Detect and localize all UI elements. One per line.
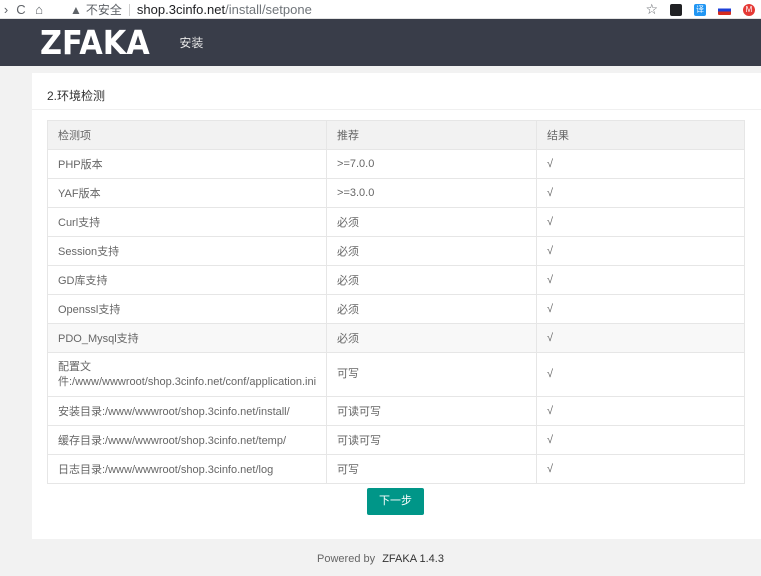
cell-recommend: >=7.0.0 — [326, 149, 538, 179]
table-row: Openssl支持 必须 √ — [46, 294, 745, 324]
table-row: PDO_Mysql支持 必须 √ — [46, 323, 745, 353]
table-row: PHP版本 >=7.0.0 √ — [46, 149, 745, 179]
table-header-row: 检测项 推荐 结果 — [46, 120, 745, 150]
cell-recommend: 必须 — [326, 294, 538, 324]
cell-item: Openssl支持 — [46, 294, 328, 324]
cell-result: √ — [536, 323, 745, 353]
cell-recommend: 必须 — [326, 236, 538, 266]
url-host: shop.3cinfo.net — [136, 2, 226, 17]
warning-icon[interactable]: ▲ — [70, 3, 82, 17]
address-separator — [128, 3, 130, 16]
table-row: 日志目录:/www/wwwroot/shop.3cinfo.net/log 可写… — [46, 454, 745, 484]
table-row: GD库支持 必须 √ — [46, 265, 745, 295]
cell-item: 日志目录:/www/wwwroot/shop.3cinfo.net/log — [46, 454, 328, 484]
address-bar[interactable]: ▲ 不安全 shop.3cinfo.net/install/setpone — [62, 0, 662, 19]
install-panel: 2.环境检测 检测项 推荐 结果 PHP版本 >=7.0.0 √ YAF版本 >… — [32, 73, 761, 539]
cell-result: √ — [536, 207, 745, 237]
environment-check-table: 检测项 推荐 结果 PHP版本 >=7.0.0 √ YAF版本 >=3.0.0 … — [46, 120, 745, 484]
cell-recommend: 必须 — [326, 265, 538, 295]
cell-recommend: 可写 — [326, 454, 538, 484]
home-icon[interactable]: ⌂ — [30, 0, 48, 19]
cell-result: √ — [536, 178, 745, 208]
cell-item: Curl支持 — [46, 207, 328, 237]
cell-result: √ — [536, 149, 745, 179]
step-title: 2.环境检测 — [47, 89, 106, 103]
site-logo[interactable]: ZFAKA — [40, 23, 150, 62]
site-header: ZFAKA 安装 — [0, 19, 761, 66]
cell-item: 安装目录:/www/wwwroot/shop.3cinfo.net/instal… — [46, 396, 328, 426]
red-extension-icon[interactable]: M — [743, 3, 755, 16]
back-arrow-icon[interactable]: › — [0, 0, 12, 19]
cell-item: PHP版本 — [46, 149, 328, 179]
flag-extension-icon[interactable] — [718, 4, 731, 15]
cell-item: PDO_Mysql支持 — [46, 323, 328, 353]
powered-by-label: Powered by — [317, 553, 376, 565]
column-header-item: 检测项 — [46, 120, 328, 150]
cell-result: √ — [536, 352, 745, 397]
url-path: /install/setpone — [225, 2, 312, 17]
cell-result: √ — [536, 454, 745, 484]
cell-item-line1: 配置文 — [58, 360, 91, 373]
page-footer: Powered by ZFAKA 1.4.3 — [0, 553, 761, 565]
cell-recommend: 必须 — [326, 323, 538, 353]
url-text[interactable]: shop.3cinfo.net/install/setpone — [137, 2, 312, 17]
cell-item: 缓存目录:/www/wwwroot/shop.3cinfo.net/temp/ — [46, 425, 328, 455]
cell-item: Session支持 — [46, 236, 328, 266]
extension-dark-icon[interactable] — [670, 3, 682, 16]
insecure-label[interactable]: 不安全 — [86, 1, 122, 18]
next-step-button[interactable]: 下一步 — [367, 488, 424, 515]
cell-result: √ — [536, 425, 745, 455]
cell-recommend: 可读可写 — [326, 425, 538, 455]
table-row: Session支持 必须 √ — [46, 236, 745, 266]
cell-recommend: >=3.0.0 — [326, 178, 538, 208]
cell-recommend: 可写 — [326, 352, 538, 397]
reload-icon[interactable]: C — [12, 0, 30, 19]
table-row: 安装目录:/www/wwwroot/shop.3cinfo.net/instal… — [46, 396, 745, 426]
cell-recommend: 可读可写 — [326, 396, 538, 426]
cell-item: 配置文件:/www/wwwroot/shop.3cinfo.net/conf/a… — [46, 352, 328, 397]
column-header-recommend: 推荐 — [326, 120, 538, 150]
bookmark-star-icon[interactable]: ☆ — [645, 1, 658, 18]
column-header-result: 结果 — [536, 120, 745, 150]
cell-recommend: 必须 — [326, 207, 538, 237]
translate-extension-icon[interactable]: 译 — [694, 3, 706, 16]
cell-result: √ — [536, 236, 745, 266]
cell-item: GD库支持 — [46, 265, 328, 295]
cell-item-line2: 件:/www/wwwroot/shop.3cinfo.net/conf/appl… — [58, 375, 317, 388]
table-row: Curl支持 必须 √ — [46, 207, 745, 237]
cell-result: √ — [536, 265, 745, 295]
table-row: 配置文件:/www/wwwroot/shop.3cinfo.net/conf/a… — [46, 352, 745, 397]
footer-brand: ZFAKA 1.4.3 — [382, 553, 444, 565]
nav-install-link[interactable]: 安装 — [179, 34, 203, 51]
browser-toolbar: › C ⌂ ▲ 不安全 shop.3cinfo.net/install/setp… — [0, 0, 761, 19]
browser-extensions: ☆ 译 M — [645, 0, 755, 19]
panel-divider — [32, 109, 761, 110]
table-row: 缓存目录:/www/wwwroot/shop.3cinfo.net/temp/ … — [46, 425, 745, 455]
cell-result: √ — [536, 396, 745, 426]
table-row: YAF版本 >=3.0.0 √ — [46, 178, 745, 208]
cell-result: √ — [536, 294, 745, 324]
cell-item: YAF版本 — [46, 178, 328, 208]
